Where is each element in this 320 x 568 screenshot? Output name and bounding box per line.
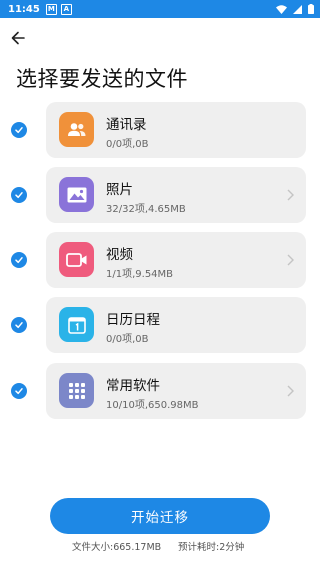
item-title: 照片	[106, 182, 133, 198]
item-title: 日历日程	[106, 312, 160, 328]
item-subtitle: 0/0项,0B	[106, 139, 149, 150]
photo-icon	[59, 177, 94, 212]
notification-icons: M A	[45, 3, 72, 15]
chevron-right-icon	[287, 254, 294, 266]
check-icon	[15, 322, 23, 329]
list-item-calendar[interactable]: 日历日程 0/0项,0B	[0, 297, 320, 353]
check-icon	[15, 192, 23, 199]
list-item-contacts[interactable]: 通讯录 0/0项,0B	[0, 102, 320, 158]
item-card[interactable]: 常用软件 10/10项,650.98MB	[46, 363, 306, 419]
page-title: 选择要发送的文件	[16, 67, 188, 91]
arrow-left-icon	[11, 31, 25, 45]
list-item-photos[interactable]: 照片 32/32项,4.65MB	[0, 167, 320, 223]
check-icon	[15, 388, 23, 395]
calendar-icon	[59, 307, 94, 342]
item-subtitle: 1/1项,9.54MB	[106, 269, 174, 280]
list-item-videos[interactable]: 视频 1/1项,9.54MB	[0, 232, 320, 288]
item-subtitle: 10/10项,650.98MB	[106, 400, 199, 411]
item-title: 常用软件	[106, 378, 160, 394]
total-size-label: 文件大小:665.17MB	[72, 542, 162, 553]
item-card[interactable]: 视频 1/1项,9.54MB	[46, 232, 306, 288]
signal-icon	[293, 4, 302, 14]
start-migration-button[interactable]: 开始迁移	[50, 498, 270, 534]
video-icon	[59, 242, 94, 277]
status-bar: 11:45 M A	[0, 0, 320, 18]
item-checkbox[interactable]	[11, 317, 27, 333]
list-item-apps[interactable]: 常用软件 10/10项,650.98MB	[0, 363, 320, 419]
wifi-icon	[276, 4, 287, 14]
status-right	[276, 4, 314, 14]
item-checkbox[interactable]	[11, 122, 27, 138]
item-checkbox[interactable]	[11, 252, 27, 268]
chevron-right-icon	[287, 189, 294, 201]
back-button[interactable]	[6, 26, 30, 50]
gmail-notification-icon: M	[45, 3, 57, 15]
item-subtitle: 32/32项,4.65MB	[106, 204, 186, 215]
item-card[interactable]: 日历日程 0/0项,0B	[46, 297, 306, 353]
check-icon	[15, 257, 23, 264]
status-time: 11:45	[8, 3, 40, 15]
apps-grid-icon	[59, 373, 94, 408]
estimated-time-label: 预计耗时:2分钟	[178, 542, 245, 553]
item-title: 视频	[106, 247, 133, 263]
item-card[interactable]: 通讯录 0/0项,0B	[46, 102, 306, 158]
item-card[interactable]: 照片 32/32项,4.65MB	[46, 167, 306, 223]
check-icon	[15, 127, 23, 134]
item-checkbox[interactable]	[11, 383, 27, 399]
item-title: 通讯录	[106, 117, 147, 133]
app-notification-icon: A	[60, 3, 72, 15]
battery-icon	[308, 4, 314, 14]
item-checkbox[interactable]	[11, 187, 27, 203]
contacts-icon	[59, 112, 94, 147]
chevron-right-icon	[287, 385, 294, 397]
item-subtitle: 0/0项,0B	[106, 334, 149, 345]
